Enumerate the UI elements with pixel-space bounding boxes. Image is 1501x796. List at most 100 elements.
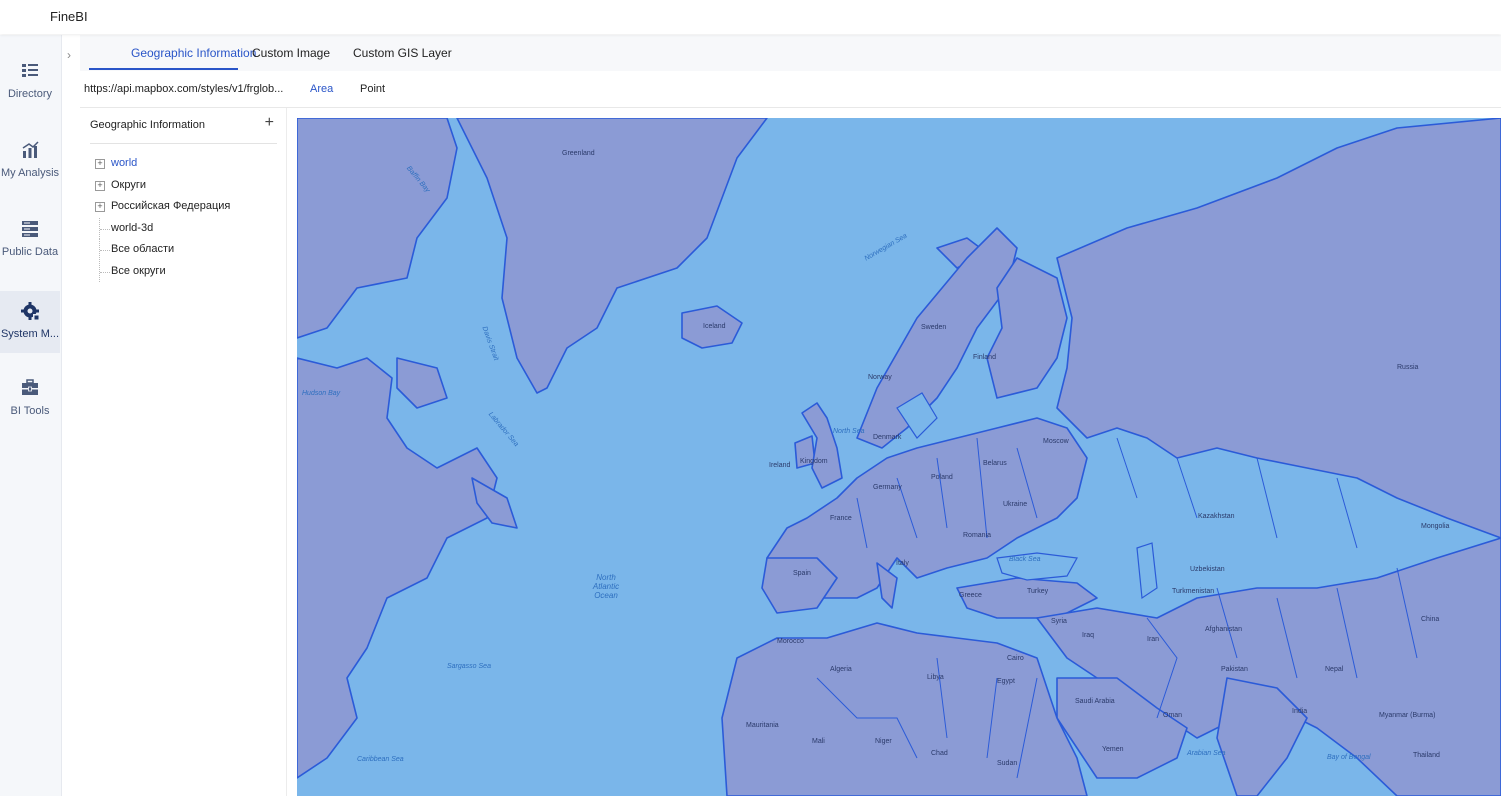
- map-label-iran: Iran: [1147, 636, 1160, 643]
- toolbox-icon: [22, 379, 38, 395]
- map-label-black-sea: Black Sea: [1009, 556, 1041, 563]
- tab-custom-image[interactable]: Custom Image: [252, 46, 330, 60]
- map-region-caspian-sea: [1136, 542, 1158, 600]
- map-source-bar: https://api.mapbox.com/styles/v1/frglob.…: [80, 71, 1501, 108]
- tree-item-label[interactable]: Все области: [111, 239, 174, 260]
- expand-plus-icon[interactable]: +: [95, 180, 105, 191]
- tab-geographic-information[interactable]: Geographic Information: [131, 46, 256, 60]
- sidebar-item-public-data[interactable]: Public Data: [0, 209, 60, 271]
- map-label-india: India: [1292, 708, 1308, 715]
- sidebar-expand-chevron-icon[interactable]: ›: [62, 46, 76, 64]
- panel-title: Geographic Information: [90, 119, 205, 131]
- area-mode-button[interactable]: Area: [310, 83, 333, 95]
- tree-item-world[interactable]: + world: [90, 153, 280, 175]
- map-canvas: [297, 118, 1501, 796]
- map-label-arabian-sea: Arabian Sea: [1187, 750, 1226, 757]
- sidebar-item-bi-tools[interactable]: BI Tools: [0, 368, 60, 430]
- sidebar-item-label: System M...: [0, 328, 60, 340]
- map-region-italy: [876, 562, 898, 609]
- map-label-france: France: [830, 515, 852, 522]
- sidebar-item-label: Public Data: [1, 246, 59, 258]
- sidebar-item-label: Directory: [7, 88, 52, 100]
- tree-connector: [100, 228, 110, 230]
- tree-item-label[interactable]: world-3d: [111, 218, 153, 239]
- map-label-belarus: Belarus: [983, 460, 1007, 467]
- expand-plus-icon[interactable]: +: [95, 202, 105, 212]
- tree-item-okrugi[interactable]: + Округи: [90, 175, 280, 197]
- map-region-iberia: [761, 557, 838, 614]
- map-label-yemen: Yemen: [1102, 746, 1124, 753]
- map-label-kingdom: Kingdom: [800, 458, 828, 465]
- geo-tree: + world + Округи + Российская Федерация …: [90, 153, 280, 282]
- map-label-china: China: [1421, 616, 1440, 623]
- map-label-mali: Mali: [812, 738, 825, 745]
- sidebar-item-directory[interactable]: Directory: [0, 51, 60, 113]
- map-label-italy: Italy: [896, 560, 909, 567]
- top-bar: FineBI: [0, 0, 1501, 34]
- map-label-hudson-bay: Hudson Bay: [302, 390, 341, 397]
- map-label-syria: Syria: [1051, 618, 1067, 625]
- sidebar: Directory My Analysis Public Data System…: [0, 35, 62, 796]
- map-region-africa: [721, 622, 1088, 796]
- map-label-afghanistan: Afghanistan: [1205, 626, 1242, 633]
- tree-item-label[interactable]: Российская Федерация: [111, 196, 230, 217]
- map-label-ireland: Ireland: [769, 462, 791, 469]
- map-label-turkmenistan: Turkmenistan: [1172, 588, 1215, 595]
- map-label-algeria: Algeria: [830, 666, 852, 673]
- map-label-moscow: Moscow: [1043, 438, 1069, 445]
- map-label-iraq: Iraq: [1082, 632, 1095, 639]
- map-region-canadian-arctic: [297, 118, 458, 339]
- map-label-germany: Germany: [873, 484, 902, 491]
- map-region-norway-sweden: [856, 227, 1018, 449]
- map-label-poland: Poland: [931, 474, 953, 481]
- active-tab-indicator: [89, 68, 238, 70]
- map-label-russia: Russia: [1397, 364, 1419, 371]
- panel-header: Geographic Information +: [90, 108, 277, 144]
- map-label-caribbean-sea: Caribbean Sea: [357, 756, 404, 763]
- analysis-chart-icon: [22, 141, 39, 158]
- tab-custom-gis-layer[interactable]: Custom GIS Layer: [353, 46, 452, 60]
- tree-item-world-3d[interactable]: world-3d: [90, 217, 280, 240]
- tree-item-label[interactable]: Все округи: [111, 261, 166, 282]
- tree-item-russian-federation[interactable]: + Российская Федерация: [90, 196, 280, 218]
- map-label-romania: Romania: [963, 532, 992, 539]
- map-label-norway: Norway: [868, 374, 892, 381]
- map-region-baffin-south: [396, 357, 448, 409]
- map-label-north-atlantic-ocean: North Atlantic Ocean: [592, 573, 620, 600]
- tree-connector: [100, 271, 110, 273]
- map-label-bay-of-bengal: Bay of Bengal: [1327, 754, 1371, 761]
- expand-plus-icon[interactable]: +: [95, 159, 105, 169]
- sidebar-item-system-management[interactable]: System M...: [0, 291, 60, 353]
- map-label-libya: Libya: [927, 674, 944, 681]
- map-label-uzbekistan: Uzbekistan: [1190, 566, 1225, 573]
- point-mode-button[interactable]: Point: [360, 83, 385, 95]
- gear-icon: [21, 302, 39, 320]
- map-label-thailand: Thailand: [1413, 752, 1440, 759]
- tree-item-all-oblasti[interactable]: Все области: [90, 239, 280, 261]
- map-region-north-america: [297, 357, 498, 779]
- map-label-sweden: Sweden: [921, 324, 947, 331]
- map-label-iceland: Iceland: [703, 323, 726, 330]
- map-label-saudi-arabia: Saudi Arabia: [1075, 698, 1115, 705]
- map-label-greece: Greece: [959, 592, 982, 599]
- add-plus-icon[interactable]: +: [265, 114, 274, 132]
- sidebar-item-label: BI Tools: [10, 405, 50, 417]
- map-label-chad: Chad: [931, 750, 948, 757]
- tree-item-all-okrugi[interactable]: Все округи: [90, 260, 280, 283]
- map-label-sudan: Sudan: [997, 760, 1018, 767]
- map-label-pakistan: Pakistan: [1221, 666, 1248, 673]
- map-label-greenland: Greenland: [562, 150, 595, 157]
- map-region-greenland: [456, 118, 768, 394]
- sidebar-item-my-analysis[interactable]: My Analysis: [0, 130, 60, 192]
- map-label-finland: Finland: [973, 354, 996, 361]
- map-label-myanmar: Myanmar (Burma): [1379, 712, 1436, 719]
- map-label-north-sea: North Sea: [833, 428, 865, 435]
- map-label-turkey: Turkey: [1027, 588, 1049, 595]
- map-label-mongolia: Mongolia: [1421, 523, 1450, 530]
- tree-item-label[interactable]: world: [111, 153, 137, 174]
- map-label-ukraine: Ukraine: [1003, 501, 1028, 508]
- tree-item-label[interactable]: Округи: [111, 175, 146, 196]
- map-style-url[interactable]: https://api.mapbox.com/styles/v1/frglob.…: [84, 83, 284, 95]
- map-view[interactable]: Greenland Iceland Russia Sweden Finland …: [297, 118, 1501, 796]
- directory-icon: [22, 64, 38, 77]
